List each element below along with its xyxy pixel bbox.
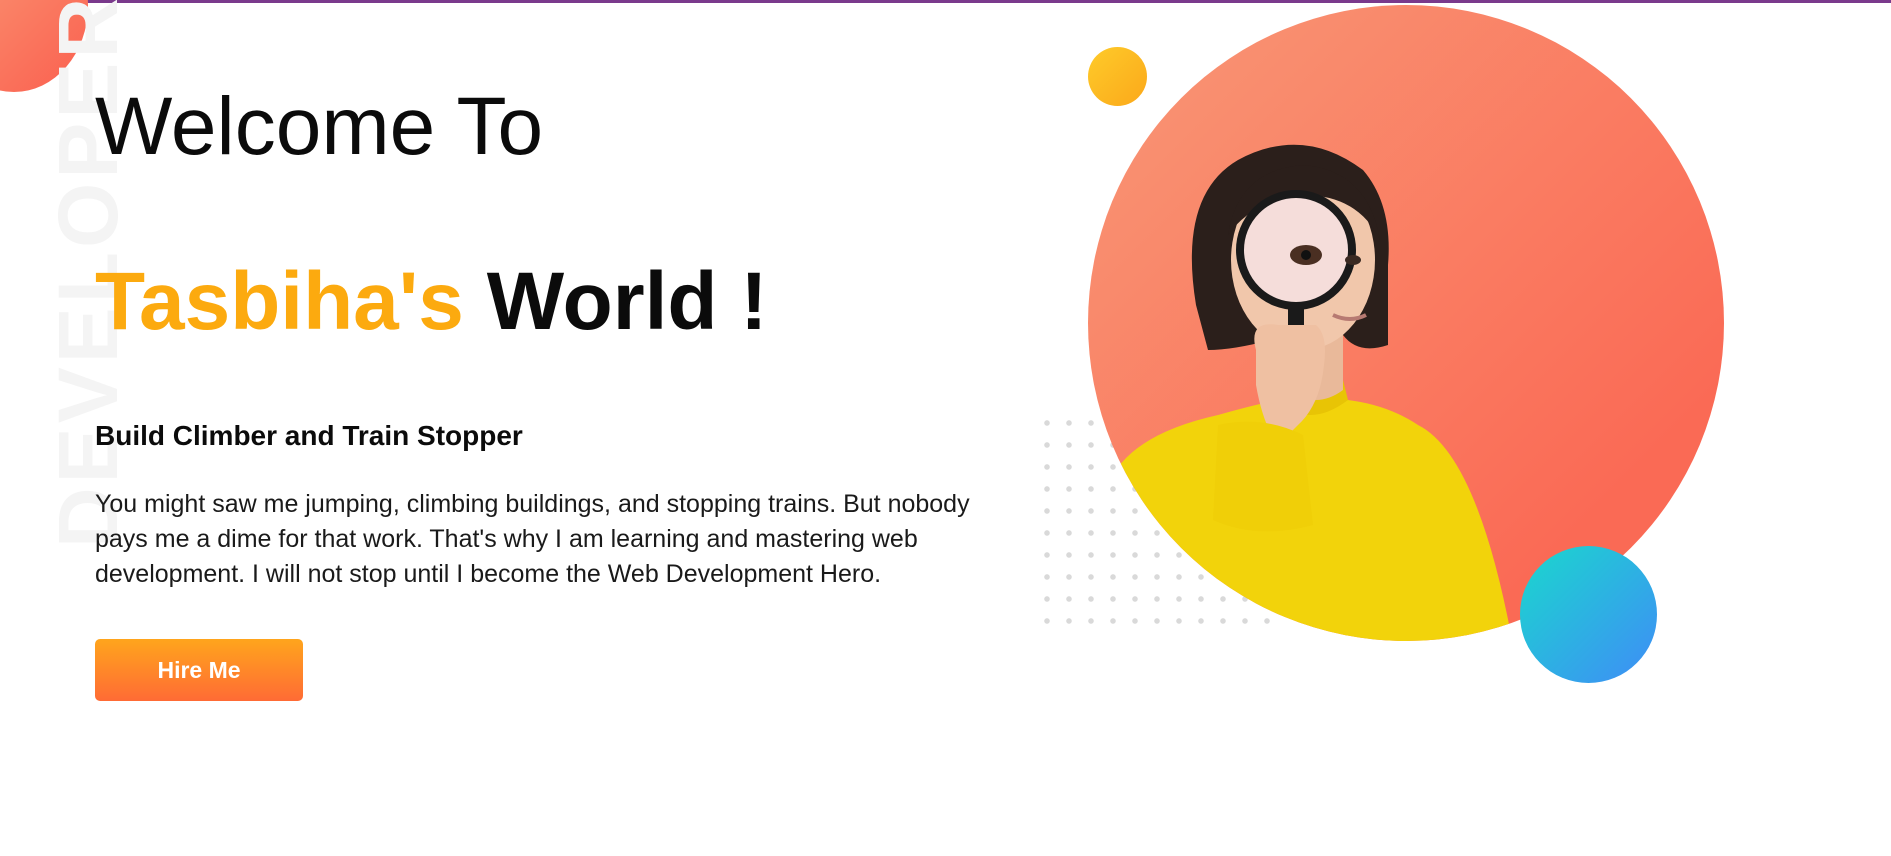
bio-text: You might saw me jumping, climbing build…: [95, 490, 970, 588]
name-heading: Tasbiha's World !: [95, 255, 768, 349]
world-text: World !: [486, 256, 768, 347]
hire-me-button[interactable]: Hire Me: [95, 639, 303, 701]
welcome-heading: Welcome To: [95, 81, 544, 172]
woman-with-magnifying-glass-icon: [1088, 144, 1513, 641]
teal-dot-decoration: [1520, 546, 1657, 683]
hero-image-circle: [1088, 5, 1724, 641]
top-border: [0, 0, 1891, 3]
name-highlight: Tasbiha's: [95, 256, 464, 347]
subtitle: Build Climber and Train Stopper: [95, 420, 523, 451]
